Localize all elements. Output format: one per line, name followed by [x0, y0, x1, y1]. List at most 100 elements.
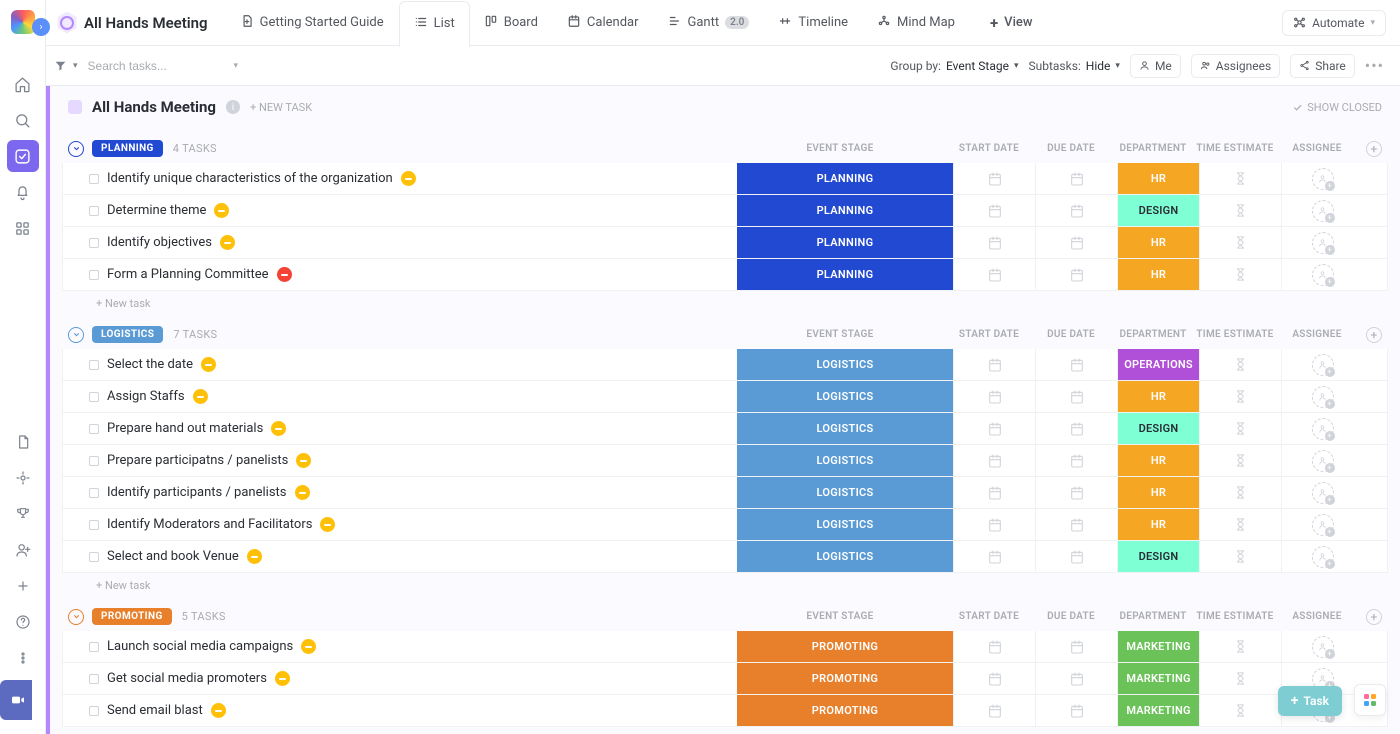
cell-department[interactable]: HR: [1117, 227, 1199, 258]
cell-assignee[interactable]: [1281, 631, 1363, 662]
cell-assignee[interactable]: [1281, 195, 1363, 226]
cell-start-date[interactable]: [953, 413, 1035, 444]
priority-flag-icon[interactable]: [295, 485, 310, 500]
priority-flag-icon[interactable]: [296, 453, 311, 468]
cell-event-stage[interactable]: PLANNING: [737, 195, 953, 226]
cell-start-date[interactable]: [953, 695, 1035, 726]
add-column-button[interactable]: +: [1366, 609, 1382, 625]
cell-assignee[interactable]: [1281, 381, 1363, 412]
group-collapse-button[interactable]: [68, 327, 84, 343]
cell-start-date[interactable]: [953, 663, 1035, 694]
task-status-box[interactable]: [89, 642, 99, 652]
cell-due-date[interactable]: [1035, 663, 1117, 694]
cell-start-date[interactable]: [953, 477, 1035, 508]
task-row[interactable]: Prepare participatns / panelists LOGISTI…: [62, 445, 1388, 477]
cell-due-date[interactable]: [1035, 227, 1117, 258]
subtasks-button[interactable]: Subtasks: Hide ▾: [1028, 59, 1119, 73]
cell-department[interactable]: HR: [1117, 509, 1199, 540]
cell-department[interactable]: DESIGN: [1117, 541, 1199, 572]
priority-flag-icon[interactable]: [320, 517, 335, 532]
cell-event-stage[interactable]: LOGISTICS: [737, 413, 953, 444]
task-row[interactable]: Identify objectives PLANNING HR: [62, 227, 1388, 259]
task-row[interactable]: Form a Planning Committee PLANNING HR: [62, 259, 1388, 291]
priority-flag-icon[interactable]: [193, 389, 208, 404]
priority-flag-icon[interactable]: [271, 421, 286, 436]
nav-notifications[interactable]: [7, 176, 39, 208]
cell-assignee[interactable]: [1281, 227, 1363, 258]
cell-time-estimate[interactable]: [1199, 541, 1281, 572]
task-status-box[interactable]: [89, 520, 99, 530]
task-status-box[interactable]: [89, 424, 99, 434]
nav-apps[interactable]: [7, 212, 39, 244]
task-status-box[interactable]: [89, 706, 99, 716]
nav-help[interactable]: [7, 606, 39, 638]
cell-department[interactable]: MARKETING: [1117, 631, 1199, 662]
priority-flag-icon[interactable]: [201, 357, 216, 372]
nav-new[interactable]: [7, 570, 39, 602]
new-task-row-button[interactable]: + New task: [62, 727, 1388, 734]
nav-pulse[interactable]: [7, 462, 39, 494]
cell-event-stage[interactable]: PLANNING: [737, 227, 953, 258]
cell-due-date[interactable]: [1035, 695, 1117, 726]
cell-due-date[interactable]: [1035, 381, 1117, 412]
task-status-box[interactable]: [89, 456, 99, 466]
cell-event-stage[interactable]: LOGISTICS: [737, 445, 953, 476]
fab-apps-button[interactable]: [1354, 684, 1386, 716]
cell-department[interactable]: HR: [1117, 259, 1199, 290]
cell-time-estimate[interactable]: [1199, 349, 1281, 380]
cell-time-estimate[interactable]: [1199, 477, 1281, 508]
priority-flag-icon[interactable]: [220, 235, 235, 250]
task-status-box[interactable]: [89, 206, 99, 216]
cell-event-stage[interactable]: PROMOTING: [737, 663, 953, 694]
view-tab-gantt[interactable]: Gantt2.0: [654, 0, 765, 46]
cell-time-estimate[interactable]: [1199, 631, 1281, 662]
group-badge[interactable]: LOGISTICS: [92, 326, 163, 343]
cell-time-estimate[interactable]: [1199, 381, 1281, 412]
task-row[interactable]: Assign Staffs LOGISTICS HR: [62, 381, 1388, 413]
group-collapse-button[interactable]: [68, 609, 84, 625]
view-tab-timeline[interactable]: Timeline: [764, 0, 863, 46]
view-tab-mindmap[interactable]: Mind Map: [863, 0, 970, 46]
cell-start-date[interactable]: [953, 381, 1035, 412]
show-closed-button[interactable]: SHOW CLOSED: [1292, 101, 1382, 114]
cell-due-date[interactable]: [1035, 349, 1117, 380]
priority-flag-icon[interactable]: [211, 703, 226, 718]
expand-sidebar-button[interactable]: ›: [32, 18, 50, 36]
priority-flag-icon[interactable]: [275, 671, 290, 686]
cell-time-estimate[interactable]: [1199, 445, 1281, 476]
nav-search[interactable]: [7, 104, 39, 136]
cell-start-date[interactable]: [953, 163, 1035, 194]
task-status-box[interactable]: [89, 392, 99, 402]
priority-flag-icon[interactable]: [401, 171, 416, 186]
info-icon[interactable]: i: [226, 100, 240, 114]
cell-department[interactable]: HR: [1117, 381, 1199, 412]
cell-start-date[interactable]: [953, 259, 1035, 290]
cell-due-date[interactable]: [1035, 195, 1117, 226]
group-by-button[interactable]: Group by: Event Stage ▾: [890, 59, 1018, 73]
cell-event-stage[interactable]: PLANNING: [737, 259, 953, 290]
cell-department[interactable]: OPERATIONS: [1117, 349, 1199, 380]
cell-department[interactable]: DESIGN: [1117, 195, 1199, 226]
task-row[interactable]: Launch social media campaigns PROMOTING …: [62, 631, 1388, 663]
cell-time-estimate[interactable]: [1199, 509, 1281, 540]
task-row[interactable]: Select the date LOGISTICS OPERATIONS: [62, 349, 1388, 381]
fab-new-task-button[interactable]: + Task: [1278, 686, 1342, 716]
add-column-button[interactable]: +: [1366, 327, 1382, 343]
record-clip-button[interactable]: [0, 680, 32, 720]
cell-start-date[interactable]: [953, 509, 1035, 540]
view-tab-board[interactable]: Board: [470, 0, 553, 46]
nav-more[interactable]: [7, 642, 39, 674]
cell-time-estimate[interactable]: [1199, 227, 1281, 258]
priority-flag-icon[interactable]: [301, 639, 316, 654]
cell-event-stage[interactable]: LOGISTICS: [737, 477, 953, 508]
view-tab-calendar[interactable]: Calendar: [553, 0, 654, 46]
list-content-scroll[interactable]: All Hands Meeting i + NEW TASK SHOW CLOS…: [46, 86, 1400, 734]
task-status-box[interactable]: [89, 674, 99, 684]
cell-assignee[interactable]: [1281, 477, 1363, 508]
search-input[interactable]: [88, 59, 228, 73]
cell-due-date[interactable]: [1035, 163, 1117, 194]
task-status-box[interactable]: [89, 552, 99, 562]
cell-event-stage[interactable]: PLANNING: [737, 163, 953, 194]
cell-assignee[interactable]: [1281, 445, 1363, 476]
cell-start-date[interactable]: [953, 541, 1035, 572]
